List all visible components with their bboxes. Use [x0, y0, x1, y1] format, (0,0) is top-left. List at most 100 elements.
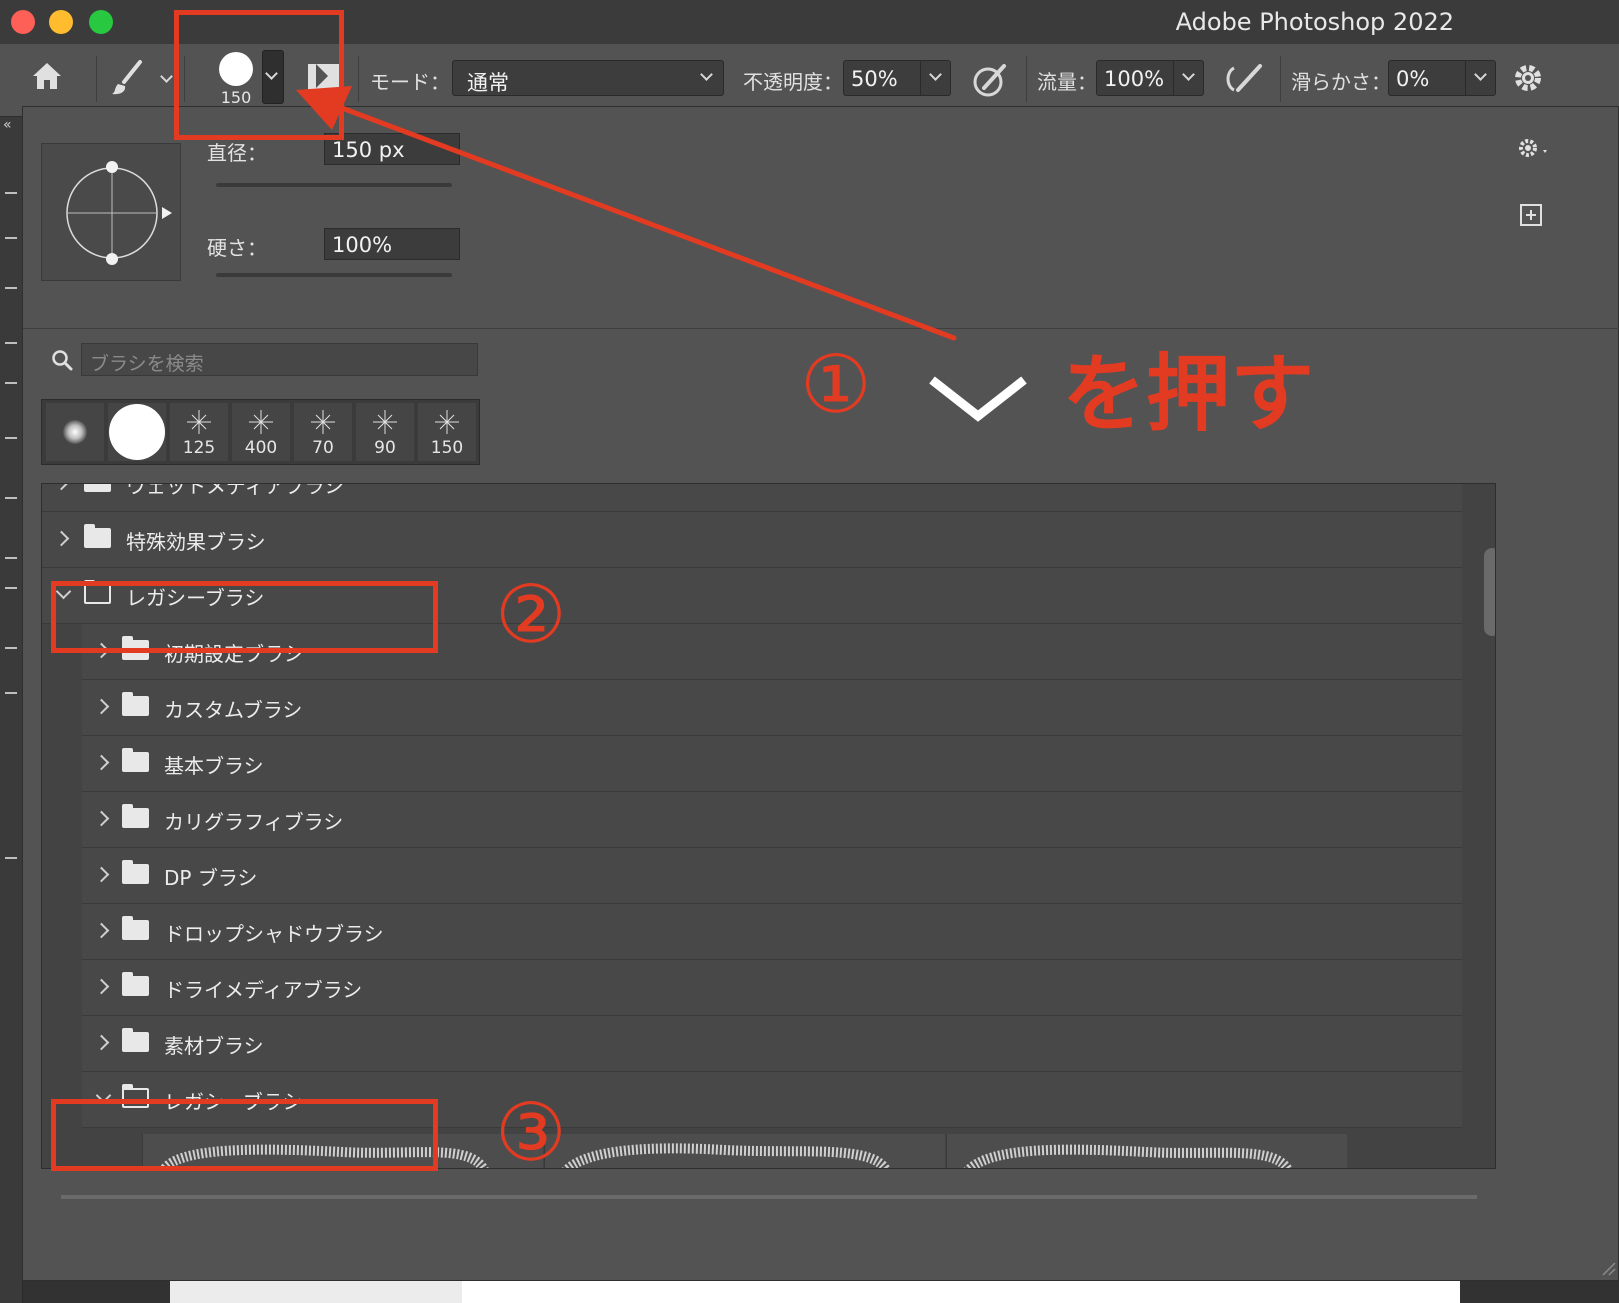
annotation-step2-number: ② [495, 568, 567, 661]
chevron-right-icon[interactable] [93, 754, 110, 771]
brush-angle-preview[interactable] [41, 143, 181, 281]
brush-search-placeholder: ブラシを検索 [90, 353, 204, 375]
star-brush-icon [373, 410, 397, 434]
folder-icon [84, 524, 111, 548]
folder-icon [122, 972, 149, 996]
chevron-right-icon[interactable] [93, 866, 110, 883]
flow-dropdown-divider [1173, 61, 1174, 95]
recent-brush-presets: 125 400 70 90 150 [41, 399, 480, 465]
flow-field[interactable]: 100% [1096, 60, 1204, 96]
folder-row[interactable]: DP ブラシ [82, 848, 1462, 904]
gear-icon[interactable] [1512, 62, 1546, 96]
folder-icon [122, 916, 149, 940]
chevron-right-icon[interactable] [93, 978, 110, 995]
folder-row[interactable]: 基本ブラシ [82, 736, 1462, 792]
pressure-opacity-icon[interactable] [970, 60, 1010, 100]
folder-icon [122, 748, 149, 772]
preset-soft-round[interactable] [46, 403, 104, 461]
folder-icon [122, 860, 149, 884]
chevron-right-icon[interactable] [93, 810, 110, 827]
spiral-stroke-icon [561, 1143, 891, 1168]
folder-label: 素材ブラシ [164, 1034, 264, 1058]
minimize-window-button[interactable] [49, 10, 73, 34]
tool-preset-chevron-icon[interactable] [160, 70, 173, 83]
folder-label: ドライメディアブラシ [164, 978, 363, 1002]
smoothing-dropdown-divider [1465, 61, 1466, 95]
folder-label: ウェットメディアブラシ [126, 483, 345, 498]
folder-row[interactable]: 特殊効果ブラシ [42, 512, 1462, 568]
hard-round-brush-icon [109, 404, 165, 460]
chevron-down-icon [700, 68, 713, 81]
smoothing-field[interactable]: 0% [1388, 60, 1496, 96]
preset-star[interactable]: 70 [294, 403, 352, 461]
preset-size: 400 [244, 438, 278, 458]
close-window-button[interactable] [11, 10, 35, 34]
annotation-box-step2 [51, 581, 438, 653]
folder-row[interactable]: ドロップシャドウブラシ [82, 904, 1462, 960]
folder-row[interactable]: カリグラフィブラシ [82, 792, 1462, 848]
preset-star[interactable]: 90 [356, 403, 414, 461]
preset-hard-round[interactable] [108, 403, 166, 461]
new-preset-icon[interactable] [1519, 203, 1543, 227]
annotation-box-step3 [51, 1099, 438, 1171]
preset-star[interactable]: 150 [418, 403, 476, 461]
chevron-down-icon [929, 376, 1027, 422]
resize-grip-icon[interactable] [1599, 1259, 1617, 1277]
window-title: Adobe Photoshop 2022 [1175, 8, 1454, 36]
chevron-right-icon[interactable] [93, 922, 110, 939]
chevron-right-icon[interactable] [93, 698, 110, 715]
folder-label: カスタムブラシ [164, 698, 303, 722]
preset-size: 125 [182, 438, 216, 458]
smoothing-label: 滑らかさ： [1291, 70, 1391, 94]
brush-thumbnail[interactable] [946, 1134, 1347, 1168]
folder-icon [122, 804, 149, 828]
star-brush-icon [435, 410, 459, 434]
flow-label: 流量： [1037, 70, 1097, 94]
diameter-label: 直径： [207, 141, 267, 165]
folder-row[interactable]: カスタムブラシ [82, 680, 1462, 736]
panel-settings-gear-icon[interactable] [1517, 137, 1553, 159]
tools-panel-edge: « [0, 117, 23, 1303]
canvas-document [462, 1281, 1460, 1303]
star-brush-icon [187, 410, 211, 434]
spiral-stroke-icon [963, 1144, 1293, 1168]
chevron-right-icon[interactable] [93, 1034, 110, 1051]
airbrush-icon[interactable] [1222, 60, 1266, 100]
soft-round-brush-icon [63, 420, 87, 444]
preset-size: 90 [374, 438, 396, 458]
preset-size: 150 [430, 438, 464, 458]
folder-label: DP ブラシ [164, 866, 258, 890]
zoom-window-button[interactable] [89, 10, 113, 34]
smoothing-value: 0% [1396, 67, 1430, 91]
annotation-step3-number: ③ [495, 1086, 567, 1179]
hardness-label: 硬さ： [207, 236, 267, 260]
preset-star[interactable]: 125 [170, 403, 228, 461]
list-scrollbar[interactable] [1484, 548, 1495, 636]
folder-label: 特殊効果ブラシ [126, 530, 266, 554]
search-icon [52, 350, 73, 371]
brush-tool-icon[interactable] [110, 58, 146, 98]
folder-label: カリグラフィブラシ [164, 810, 344, 834]
preset-star[interactable]: 400 [232, 403, 290, 461]
star-brush-icon [249, 410, 273, 434]
folder-icon [122, 1028, 149, 1052]
flow-value: 100% [1104, 67, 1165, 91]
annotation-arrow-icon [296, 86, 957, 341]
folder-row[interactable]: 素材ブラシ [82, 1016, 1462, 1072]
annotation-step1-number: ① [800, 338, 872, 431]
chevron-down-icon[interactable] [929, 68, 942, 81]
brush-thumbnail[interactable] [544, 1134, 945, 1168]
collapse-panel-icon[interactable]: « [3, 117, 12, 133]
preview-size-slider[interactable] [61, 1195, 1477, 1199]
preset-size: 70 [312, 438, 334, 458]
folder-label: 基本ブラシ [164, 754, 264, 778]
star-brush-icon [311, 410, 335, 434]
chevron-right-icon[interactable] [53, 530, 70, 547]
folder-icon [122, 692, 149, 716]
chevron-down-icon[interactable] [1474, 68, 1487, 81]
chevron-down-icon[interactable] [1182, 68, 1195, 81]
folder-row[interactable]: ウェットメディアブラシ [42, 483, 1462, 512]
folder-row[interactable]: ドライメディアブラシ [82, 960, 1462, 1016]
home-icon[interactable] [30, 60, 64, 92]
chevron-right-icon[interactable] [53, 484, 70, 491]
